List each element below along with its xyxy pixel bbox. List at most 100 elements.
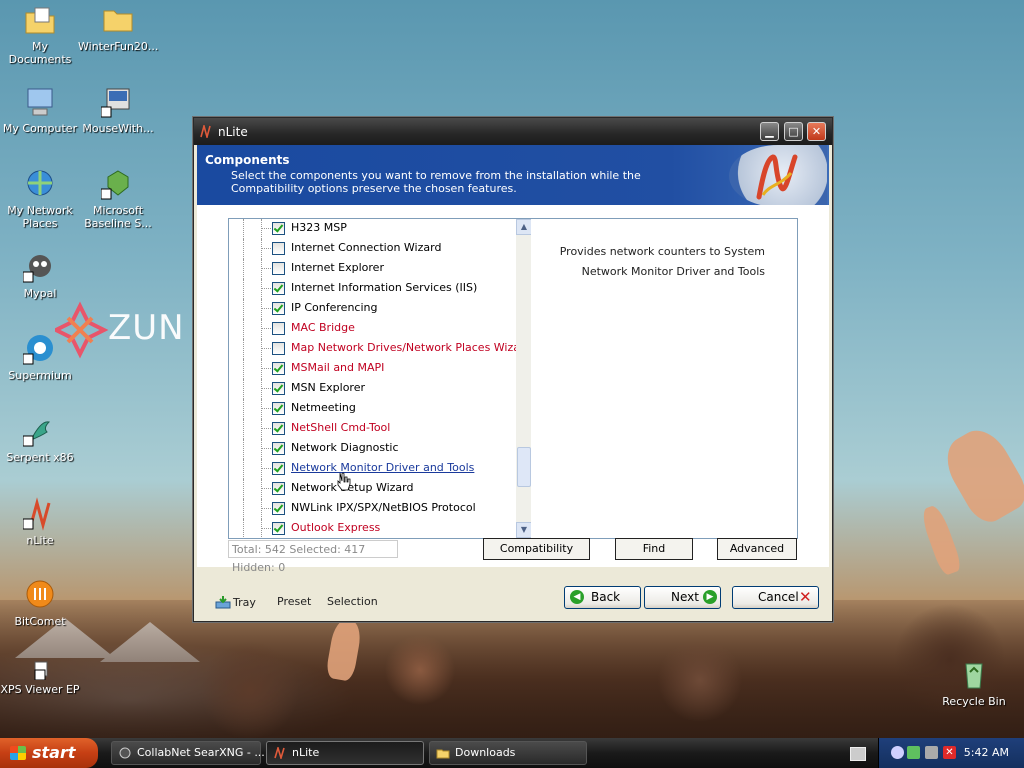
component-description: Provides network counters to System Netw… — [531, 218, 798, 539]
component-checkbox[interactable] — [272, 262, 285, 275]
folder-icon — [101, 3, 135, 37]
component-checkbox[interactable] — [272, 502, 285, 515]
close-button[interactable]: ✕ — [807, 122, 826, 141]
title-bar[interactable]: nLite ▁ □ ✕ — [194, 118, 832, 145]
find-button[interactable]: Find — [615, 538, 693, 560]
component-checkbox[interactable] — [272, 442, 285, 455]
component-checkbox[interactable] — [272, 302, 285, 315]
desktop-icon-my-computer[interactable]: My Computer — [0, 85, 80, 135]
tree-guide-line — [261, 499, 262, 519]
wallpaper-hand — [936, 421, 1024, 529]
tree-row[interactable]: NWLink IPX/SPX/NetBIOS Protocol — [229, 499, 514, 519]
security-alert-icon[interactable]: ✕ — [943, 746, 956, 759]
update-icon[interactable] — [907, 746, 920, 759]
keyboard-icon[interactable] — [850, 747, 866, 761]
search-icon[interactable] — [891, 746, 904, 759]
component-checkbox[interactable] — [272, 222, 285, 235]
page-header: Components Select the components you wan… — [197, 145, 829, 207]
tree-row[interactable]: Outlook Express — [229, 519, 514, 538]
tree-row[interactable]: MSN Explorer — [229, 379, 514, 399]
component-checkbox[interactable] — [272, 282, 285, 295]
component-checkbox[interactable] — [272, 362, 285, 375]
component-checkbox[interactable] — [272, 462, 285, 475]
tree-row[interactable]: Network Setup Wizard — [229, 479, 514, 499]
maximize-button[interactable]: □ — [784, 122, 803, 141]
tree-row[interactable]: NetShell Cmd-Tool — [229, 419, 514, 439]
component-checkbox[interactable] — [272, 482, 285, 495]
scroll-thumb[interactable] — [517, 447, 531, 487]
desktop-icon-recycle-bin[interactable]: Recycle Bin — [934, 658, 1014, 708]
desktop-icon-nlite[interactable]: nLite — [0, 497, 80, 547]
tree-guide-line — [261, 299, 262, 319]
tree-guide-line — [243, 379, 245, 399]
scroll-up-button[interactable]: ▲ — [516, 219, 532, 235]
component-checkbox[interactable] — [272, 242, 285, 255]
chevron-up-icon: ▲ — [520, 222, 528, 231]
tree-row[interactable]: Netmeeting — [229, 399, 514, 419]
advanced-button[interactable]: Advanced — [717, 538, 797, 560]
wizard-footer: Tray Preset Selection ◀ Back Next ▶ Canc… — [197, 567, 829, 619]
clock: 5:42 AM — [963, 746, 1009, 759]
selection-button[interactable]: Selection — [327, 595, 378, 608]
next-button[interactable]: Next ▶ — [644, 586, 721, 609]
compatibility-button[interactable]: Compatibility — [483, 538, 590, 560]
desktop-icon-bitcomet[interactable]: BitComet — [0, 578, 80, 628]
desktop-icon-winterfun[interactable]: WinterFun20... — [78, 3, 158, 53]
tree-row[interactable]: IP Conferencing — [229, 299, 514, 319]
browser-icon — [119, 747, 131, 759]
tree-row[interactable]: Map Network Drives/Network Places Wizard — [229, 339, 531, 359]
desktop-icon-supermium[interactable]: Supermium — [0, 332, 80, 382]
component-checkbox[interactable] — [272, 382, 285, 395]
tree-row[interactable]: MSMail and MAPI — [229, 359, 514, 379]
tree-scrollbar[interactable]: ▲ ▼ — [516, 219, 532, 538]
scroll-down-button[interactable]: ▼ — [516, 522, 532, 538]
tree-guide-line — [261, 228, 271, 229]
desktop-icon-serpent[interactable]: Serpent x86 — [0, 414, 80, 464]
tray-button[interactable]: Tray — [215, 595, 256, 609]
tree-guide-line — [261, 519, 262, 538]
desktop-icon-mousewith[interactable]: MouseWith... — [78, 85, 158, 135]
tree-guide-line — [261, 419, 262, 439]
tree-row[interactable]: Network Diagnostic — [229, 439, 514, 459]
desktop-icon-label: My Network Places — [7, 204, 73, 230]
minimize-button[interactable]: ▁ — [760, 122, 779, 141]
tree-row[interactable]: Network Monitor Driver and Tools — [229, 459, 514, 479]
tree-guide-line — [243, 259, 245, 279]
tree-row[interactable]: MAC Bridge — [229, 319, 514, 339]
tree-guide-line — [261, 279, 262, 299]
cancel-button[interactable]: Cancel ✕ — [732, 586, 819, 609]
tree-guide-line — [261, 359, 262, 379]
start-button[interactable]: start — [0, 738, 98, 768]
component-checkbox[interactable] — [272, 322, 285, 335]
maximize-icon: □ — [788, 125, 799, 138]
back-button[interactable]: ◀ Back — [564, 586, 641, 609]
desktop-icon-my-network-places[interactable]: My Network Places — [0, 167, 80, 230]
task-collabnet-searxng[interactable]: CollabNet SearXNG - ... — [111, 741, 265, 765]
tray-label: Tray — [233, 596, 256, 609]
preset-button[interactable]: Preset — [277, 595, 311, 608]
tree-row[interactable]: H323 MSP — [229, 219, 514, 239]
next-arrow-icon: ▶ — [703, 590, 717, 604]
tree-guide-line — [261, 479, 262, 499]
tree-row[interactable]: Internet Connection Wizard — [229, 239, 514, 259]
tree-row[interactable]: Internet Explorer — [229, 259, 514, 279]
desktop-icon-mbsa[interactable]: Microsoft Baseline S... — [78, 167, 158, 230]
task-nlite[interactable]: nLite — [266, 741, 424, 765]
tree-row[interactable]: Internet Information Services (IIS) — [229, 279, 514, 299]
tree-guide-line — [261, 428, 271, 429]
component-checkbox[interactable] — [272, 342, 285, 355]
component-checkbox[interactable] — [272, 522, 285, 535]
tree-guide-line — [261, 248, 271, 249]
network-tray-icon[interactable] — [925, 746, 938, 759]
desktop-icon-mypal[interactable]: Mypal — [0, 250, 80, 300]
component-checkbox[interactable] — [272, 402, 285, 415]
component-checkbox[interactable] — [272, 422, 285, 435]
description-line: Network Monitor Driver and Tools — [581, 265, 765, 278]
component-label: Map Network Drives/Network Places Wizard — [291, 341, 532, 354]
component-label: Internet Information Services (IIS) — [291, 281, 478, 294]
task-downloads[interactable]: Downloads — [429, 741, 587, 765]
components-tree[interactable]: Outlook Express NWLink IPX/SPX/NetBIOS Pr… — [228, 218, 533, 539]
component-label: Network Diagnostic — [291, 441, 399, 454]
desktop-icon-xps-viewer[interactable]: XPS Viewer EP — [0, 660, 80, 696]
desktop-icon-my-documents[interactable]: My Documents — [0, 3, 80, 66]
